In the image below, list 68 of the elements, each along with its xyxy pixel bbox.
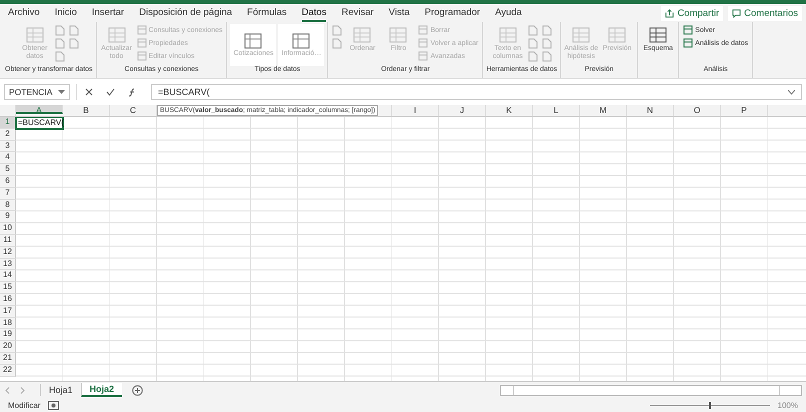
row-header[interactable]: 11 <box>0 234 16 247</box>
grid-icon <box>498 25 518 45</box>
grid-icon <box>24 25 45 45</box>
row-header[interactable]: 20 <box>0 341 16 353</box>
row-header[interactable]: 21 <box>0 352 16 365</box>
ribbon-tab[interactable]: Disposición de página <box>139 4 232 22</box>
grid-icon <box>571 25 592 45</box>
name-box[interactable]: POTENCIA <box>4 84 70 100</box>
row-header[interactable]: 18 <box>0 318 16 330</box>
row-header[interactable]: 13 <box>0 258 16 270</box>
share-button[interactable]: Compartir <box>661 6 724 20</box>
ribbon-tab[interactable]: Vista <box>388 4 410 22</box>
grid-icon <box>243 32 264 50</box>
row-header[interactable]: 1 <box>0 117 16 129</box>
status-text: Modificar <box>8 400 40 410</box>
zoom-slider-thumb[interactable] <box>708 402 711 408</box>
dropdown-icon <box>58 90 65 94</box>
grid-icon <box>136 51 147 61</box>
row-header[interactable]: 2 <box>0 128 16 141</box>
grid-icon <box>648 25 668 45</box>
row-header[interactable]: 15 <box>0 282 16 294</box>
row-header[interactable]: 16 <box>0 294 16 306</box>
row-header[interactable]: 22 <box>0 364 16 377</box>
row-header[interactable]: 10 <box>0 223 16 235</box>
grid-icon <box>418 38 428 48</box>
row-header[interactable]: 19 <box>0 329 16 342</box>
sheet-tab[interactable]: Hoja2 <box>80 383 122 397</box>
grid-icon <box>388 25 408 45</box>
ribbon-tab[interactable]: Revisar <box>341 4 374 22</box>
horizontal-scrollbar[interactable] <box>500 384 802 396</box>
grid-icon <box>607 25 628 45</box>
row-header[interactable]: 9 <box>0 211 16 224</box>
grid-icon <box>291 32 312 50</box>
ribbon-tab[interactable]: Inicio <box>54 4 77 22</box>
check-icon[interactable] <box>106 88 115 96</box>
row-header[interactable]: 8 <box>0 200 16 212</box>
row-header[interactable]: 4 <box>0 152 16 164</box>
grid-icon <box>418 25 428 35</box>
row-header[interactable]: 3 <box>0 140 16 152</box>
share-icon <box>665 8 674 18</box>
formula-field[interactable]: =BUSCARV( <box>151 84 802 100</box>
grid-icon <box>352 25 372 45</box>
row-header[interactable]: 14 <box>0 270 16 282</box>
grid-icon <box>418 51 428 61</box>
comment-icon <box>732 8 742 18</box>
ribbon-tab[interactable]: Insertar <box>92 4 124 22</box>
ribbon-tab[interactable]: Ayuda <box>495 4 522 22</box>
scroll-left-icon[interactable] <box>5 386 10 394</box>
expand-icon[interactable] <box>788 90 795 94</box>
row-header[interactable]: 7 <box>0 188 16 200</box>
grid-icon <box>136 25 147 35</box>
macro-record-icon[interactable] <box>48 400 60 410</box>
row-header[interactable]: 6 <box>0 176 16 188</box>
comments-button[interactable]: Comentarios <box>728 6 802 20</box>
add-sheet-icon[interactable] <box>132 384 144 396</box>
function-icon[interactable] <box>128 88 137 96</box>
scroll-right-icon[interactable] <box>20 386 25 394</box>
grid-icon <box>683 25 694 35</box>
ribbon-tab[interactable]: Archivo <box>8 4 40 22</box>
row-header[interactable]: 17 <box>0 306 16 318</box>
grid-icon <box>106 25 127 45</box>
grid-icon <box>136 38 147 48</box>
grid-icon <box>683 38 694 48</box>
ribbon-tab[interactable]: Programador <box>424 4 480 22</box>
row-header[interactable]: 5 <box>0 164 16 176</box>
ribbon-tab[interactable]: Fórmulas <box>247 4 287 22</box>
cancel-icon[interactable] <box>85 88 93 96</box>
row-header[interactable]: 12 <box>0 246 16 259</box>
